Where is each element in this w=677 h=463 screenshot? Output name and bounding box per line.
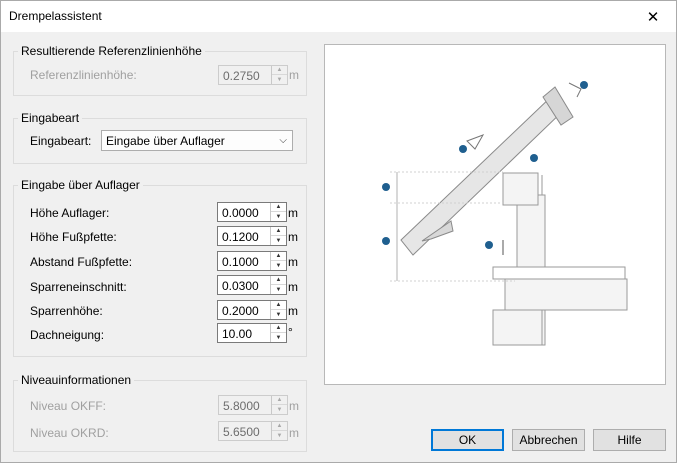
mode-select-value: Eingabe über Auflager — [106, 134, 225, 148]
level-okff-unit: m — [289, 399, 299, 413]
purlin-height-unit: m — [288, 230, 298, 244]
marker-dot — [382, 183, 390, 191]
spin-up-icon[interactable]: ▲ — [271, 227, 286, 236]
reference-height-label: Referenzlinienhöhe: — [30, 68, 137, 82]
purlin-distance-label: Abstand Fußpfette: — [30, 255, 133, 269]
purlin-distance-value[interactable]: 0.1000 — [222, 255, 259, 269]
spin-up-icon: ▲ — [272, 422, 287, 431]
rafter-notch-value[interactable]: 0.0300 — [222, 279, 259, 293]
support-height-label: Höhe Auflager: — [30, 206, 110, 220]
roof-pitch-field[interactable]: 10.00 ▲ ▼ — [217, 323, 287, 343]
drempel-diagram — [382, 81, 628, 346]
purlin-height-field[interactable]: 0.1200 ▲ ▼ — [217, 226, 287, 246]
level-okrd-value: 5.6500 — [223, 425, 260, 439]
spin-up-icon[interactable]: ▲ — [271, 252, 286, 261]
help-button[interactable]: Hilfe — [593, 429, 666, 451]
cancel-button[interactable]: Abbrechen — [512, 429, 585, 451]
roof-pitch-label: Dachneigung: — [30, 328, 105, 342]
title-bar: Drempelassistent ✕ — [1, 1, 676, 32]
rafter-height-field[interactable]: 0.2000 ▲ ▼ — [217, 300, 287, 320]
level-okrd-label: Niveau OKRD: — [30, 426, 109, 440]
reference-height-field: 0.2750 ▲ ▼ — [218, 65, 288, 85]
pitch-arrow — [466, 134, 485, 150]
purlin-height-value[interactable]: 0.1200 — [222, 230, 259, 244]
group-result-legend: Resultierende Referenzlinienhöhe — [21, 44, 202, 58]
roof-pitch-value[interactable]: 10.00 — [222, 327, 252, 341]
purlin-block — [502, 172, 539, 206]
rafter-notch-unit: m — [288, 280, 298, 294]
support-height-unit: m — [288, 206, 298, 220]
reference-height-value: 0.2750 — [223, 69, 260, 83]
rafter-notch-label: Sparreneinschnitt: — [30, 280, 127, 294]
marker-dot — [459, 145, 467, 153]
marker-dot — [382, 237, 390, 245]
support-height-value[interactable]: 0.0000 — [222, 206, 259, 220]
marker-dot — [485, 241, 493, 249]
marker-dot — [580, 81, 588, 89]
purlin-distance-field[interactable]: 0.1000 ▲ ▼ — [217, 251, 287, 271]
spin-down-icon: ▼ — [276, 432, 283, 439]
spin-down-icon: ▼ — [276, 76, 283, 83]
marker-dot — [530, 154, 538, 162]
spin-down-icon[interactable]: ▼ — [271, 285, 286, 294]
end-arrow — [568, 82, 582, 98]
ok-button[interactable]: OK — [431, 429, 504, 451]
spin-up-icon[interactable]: ▲ — [271, 301, 286, 310]
spin-down-icon[interactable]: ▼ — [271, 310, 286, 319]
mode-select[interactable]: Eingabe über Auflager ⌵ — [101, 130, 293, 151]
spin-up-icon[interactable]: ▲ — [271, 276, 286, 285]
window-title: Drempelassistent — [9, 9, 102, 23]
drempel-dialog: Drempelassistent ✕ Resultierende Referen… — [0, 0, 677, 463]
spin-down-icon[interactable]: ▼ — [271, 333, 286, 342]
level-okff-label: Niveau OKFF: — [30, 399, 107, 413]
group-input-legend: Eingabe über Auflager — [21, 178, 140, 192]
rafter-notch-field[interactable]: 0.0300 ▲ ▼ — [217, 275, 287, 295]
purlin-height-label: Höhe Fußpfette: — [30, 230, 117, 244]
floor-slab — [504, 278, 628, 311]
drempel-preview — [324, 44, 666, 385]
reference-height-unit: m — [289, 68, 299, 82]
spin-down-icon[interactable]: ▼ — [271, 212, 286, 221]
group-mode-legend: Eingabeart — [21, 111, 80, 125]
spin-up-icon[interactable]: ▲ — [271, 203, 286, 212]
rafter-height-label: Sparrenhöhe: — [30, 304, 103, 318]
level-okrd-field: 5.6500 ▲ ▼ — [218, 421, 288, 441]
rafter-height-unit: m — [288, 304, 298, 318]
level-okff-field: 5.8000 ▲ ▼ — [218, 395, 288, 415]
mode-label: Eingabeart: — [30, 134, 92, 148]
spin-down-icon[interactable]: ▼ — [271, 236, 286, 245]
purlin-distance-unit: m — [288, 255, 298, 269]
spin-down-icon[interactable]: ▼ — [271, 261, 286, 270]
spin-up-icon[interactable]: ▲ — [271, 324, 286, 333]
support-height-field[interactable]: 0.0000 ▲ ▼ — [217, 202, 287, 222]
chevron-down-icon: ⌵ — [279, 135, 287, 146]
floor-top — [492, 266, 626, 280]
spin-up-icon: ▲ — [272, 66, 287, 75]
spin-down-icon: ▼ — [276, 406, 283, 413]
close-icon[interactable]: ✕ — [630, 1, 676, 32]
level-okff-value: 5.8000 — [223, 399, 260, 413]
roof-pitch-unit: ° — [288, 325, 293, 339]
group-level-legend: Niveauinformationen — [21, 373, 132, 387]
spin-up-icon: ▲ — [272, 396, 287, 405]
rafter-height-value[interactable]: 0.2000 — [222, 304, 259, 318]
level-okrd-unit: m — [289, 426, 299, 440]
wall-base — [492, 309, 543, 346]
